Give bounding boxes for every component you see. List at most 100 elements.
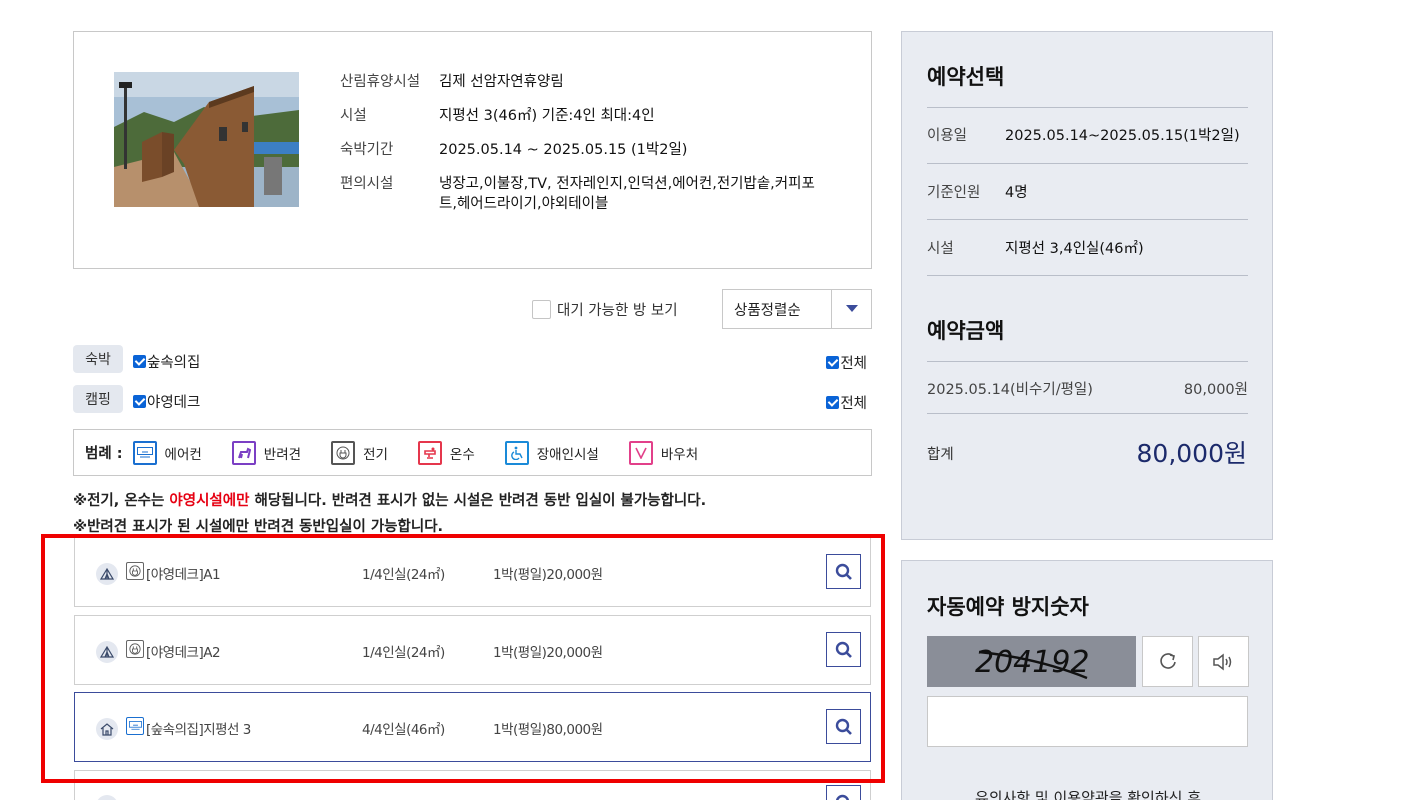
legend-bar: 범례 : 에어컨 반려견 전기 온수 장애인시설 바우처 [73,429,872,476]
amount-row-value: 80,000원 [1183,382,1248,398]
wait-room-label: 대기 가능한 방 보기 [557,303,678,319]
room-row-selected[interactable]: [숲속의집]지평선 3 4/4인실(46㎡) 1박(평일)80,000원 [74,692,871,762]
room-capacity: 1/4인실(24㎡) [362,645,445,661]
notice-line-1: ※전기, 온수는 야영시설에만 해당됩니다. 반려견 표시가 없는 시설은 반려… [73,488,706,514]
reservation-row-label: 이용일 [927,128,968,144]
speaker-icon [1212,652,1231,671]
facility-notice: ※전기, 온수는 야영시설에만 해당됩니다. 반려견 표시가 없는 시설은 반려… [73,488,706,540]
room-price: 1박(평일)20,000원 [493,567,603,583]
reservation-row: 기준인원 4명 [927,181,1248,202]
legend-item-label: 전기 [363,446,388,463]
hot-water-icon [417,440,442,465]
search-icon [835,718,852,735]
facility-photo [114,72,299,207]
checkbox-checked-icon[interactable] [133,355,146,368]
facility-row-value: 지평선 3(46㎡) 기준:4인 최대:4인 [439,108,655,124]
divider [927,413,1248,414]
room-detail-button[interactable] [826,785,861,800]
reservation-row: 시설 지평선 3,4인실(46㎡) [927,237,1248,258]
voucher-icon [628,440,653,465]
sort-select-value: 상품정렬순 [734,302,801,319]
legend-item-label: 바우처 [660,446,699,463]
category-option-label: 야영데크 [147,395,201,411]
captcha-notice: 유의사항 및 이용약관을 확인하신 후 [974,789,1202,800]
captcha-refresh-button[interactable] [1142,636,1193,687]
room-capacity: 1/4인실(24㎡) [362,567,445,583]
reservation-title: 예약선택 [927,65,1005,89]
category-all-label: 전체 [840,396,867,412]
facility-row-label: 산림휴양시설 [340,74,421,90]
facility-row-value: 김제 선암자연휴양림 [439,74,564,90]
legend-item-label: 온수 [449,446,475,463]
accessibility-icon [504,440,529,465]
electric-icon [126,640,144,658]
legend-item: 반려견 [231,440,302,465]
room-price: 1박(평일)80,000원 [493,722,603,738]
facility-row-value: 냉장고,이불장,TV, 전자레인지,인덕션,에어컨,전기밥솥,커피포트,헤어드라… [439,176,815,212]
captcha-audio-button[interactable] [1198,636,1249,687]
legend-item-label: 장애인시설 [536,446,599,463]
facility-row-label: 숙박기간 [340,142,394,158]
refresh-icon [1159,652,1176,669]
sort-select[interactable]: 상품정렬순 [722,289,872,329]
facility-row-label: 편의시설 [340,176,394,192]
legend-item: 바우처 [628,440,699,465]
room-price: 1박(평일)20,000원 [493,645,603,661]
category-all-label: 전체 [840,356,867,372]
facility-row: 시설 지평선 3(46㎡) 기준:4인 최대:4인 [340,106,840,126]
facility-row: 산림휴양시설 김제 선암자연휴양림 [340,72,840,92]
search-icon [835,794,849,800]
legend-item: 전기 [331,440,388,465]
category-all-checkbox[interactable]: 전체 [826,352,867,373]
divider [927,219,1248,220]
facility-row: 편의시설 냉장고,이불장,TV, 전자레인지,인덕션,에어컨,전기밥솥,커피포트… [340,174,840,214]
category-option-label: 숲속의집 [147,355,201,371]
captcha-input[interactable] [927,696,1248,747]
facility-row: 숙박기간 2025.05.14 ~ 2025.05.15 (1박2일) [340,140,840,160]
aircon-icon [132,440,157,465]
room-name: [야영데크]A2 [146,645,221,661]
house-icon [96,718,118,740]
reservation-row-value: 지평선 3,4인실(46㎡) [1005,241,1144,257]
checkbox-checked-icon[interactable] [133,395,146,408]
wait-room-checkbox[interactable] [532,300,551,319]
legend-item-label: 반려견 [263,446,302,463]
amount-row-label: 2025.05.14(비수기/평일) [927,382,1093,398]
room-name: [숲속의집]지평선 3 [146,722,251,738]
captcha-panel: 자동예약 방지숫자 204192 유의사항 및 이용약관을 확인하신 후 [901,560,1273,800]
notice-line-1-highlight: 야영시설에만 [169,493,250,509]
category-tag: 숙박 [73,345,123,373]
captcha-code: 204192 [975,645,1090,680]
room-row[interactable]: [야영데크]A1 1/4인실(24㎡) 1박(평일)20,000원 [74,537,871,607]
room-detail-button[interactable] [826,632,861,667]
reservation-panel: 예약선택 이용일 2025.05.14~2025.05.15(1박2일) 기준인… [901,31,1273,540]
total-label: 합계 [927,447,954,463]
legend-item: 에어컨 [132,440,202,465]
room-detail-button[interactable] [826,709,861,744]
category-all-checkbox[interactable]: 전체 [826,392,867,413]
facility-row-label: 시설 [340,108,367,124]
category-option-checkbox[interactable]: 야영데크 [133,391,200,412]
checkbox-checked-icon[interactable] [826,356,840,369]
facility-row-value: 2025.05.14 ~ 2025.05.15 (1박2일) [439,142,688,158]
notice-line-1-prefix: ※전기, 온수는 [73,493,170,509]
tent-icon [96,563,118,585]
search-icon [835,641,852,658]
category-option-checkbox[interactable]: 숲속의집 [133,351,200,372]
electric-icon [126,562,144,580]
pet-icon [231,440,256,465]
legend-item: 온수 [417,440,475,465]
reservation-row-label: 시설 [927,241,954,257]
reservation-row-value: 4명 [1005,185,1028,201]
checkbox-checked-icon[interactable] [826,396,840,409]
aircon-icon [126,717,144,735]
room-row-partial[interactable] [74,770,871,800]
room-detail-button[interactable] [826,554,861,589]
room-name: [야영데크]A1 [146,567,221,583]
total-value: 80,000원 [1136,439,1247,468]
tent-icon [96,641,118,663]
room-row[interactable]: [야영데크]A2 1/4인실(24㎡) 1박(평일)20,000원 [74,615,871,685]
chevron-down-icon[interactable] [831,290,871,328]
wait-room-toggle[interactable]: 대기 가능한 방 보기 [532,299,678,320]
legend-item-label: 에어컨 [164,446,202,463]
